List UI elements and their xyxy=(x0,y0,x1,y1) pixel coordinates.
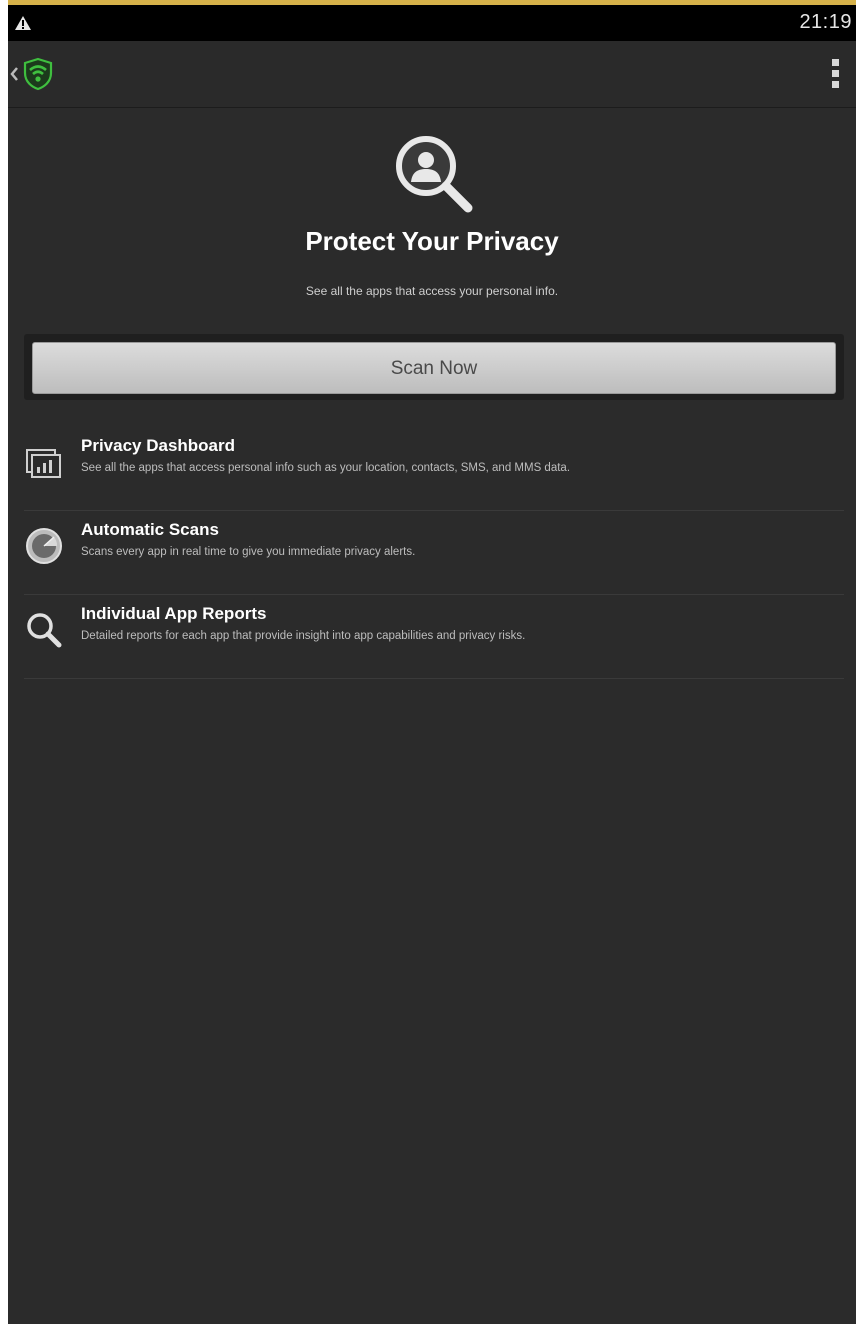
chevron-left-icon xyxy=(10,67,18,81)
wifi-shield-logo-icon xyxy=(23,57,53,91)
page-subtitle: See all the apps that access your person… xyxy=(305,284,559,298)
status-bar: 21:19 xyxy=(8,5,856,41)
page-title: Protect Your Privacy xyxy=(305,226,559,256)
dashboard-chart-icon xyxy=(26,449,61,478)
feature-description: Detailed reports for each app that provi… xyxy=(81,630,526,642)
privacy-search-icon xyxy=(396,136,473,213)
feature-automatic-scans: Automatic Scans Scans every app in real … xyxy=(24,512,844,595)
feature-description: Scans every app in real time to give you… xyxy=(81,546,416,558)
feature-individual-app-reports: Individual App Reports Detailed reports … xyxy=(24,596,844,679)
feature-title: Privacy Dashboard xyxy=(81,436,236,455)
up-navigation-button[interactable] xyxy=(8,41,68,107)
magnifier-icon xyxy=(27,613,62,648)
radar-scan-icon xyxy=(26,528,62,564)
feature-title: Individual App Reports xyxy=(81,604,267,623)
status-time: 21:19 xyxy=(799,11,852,33)
overflow-menu-button[interactable] xyxy=(822,51,850,97)
main-content: Protect Your Privacy See all the apps th… xyxy=(8,108,856,1324)
warning-triangle-icon xyxy=(15,16,31,30)
feature-privacy-dashboard: Privacy Dashboard See all the apps that … xyxy=(24,428,844,511)
device-screen: 21:19 Protect Your Privacy See all the a… xyxy=(8,0,856,1324)
feature-title: Automatic Scans xyxy=(81,520,219,539)
scan-now-button[interactable]: Scan Now xyxy=(32,342,836,394)
feature-description: See all the apps that access personal in… xyxy=(81,462,571,474)
action-bar xyxy=(8,41,856,108)
